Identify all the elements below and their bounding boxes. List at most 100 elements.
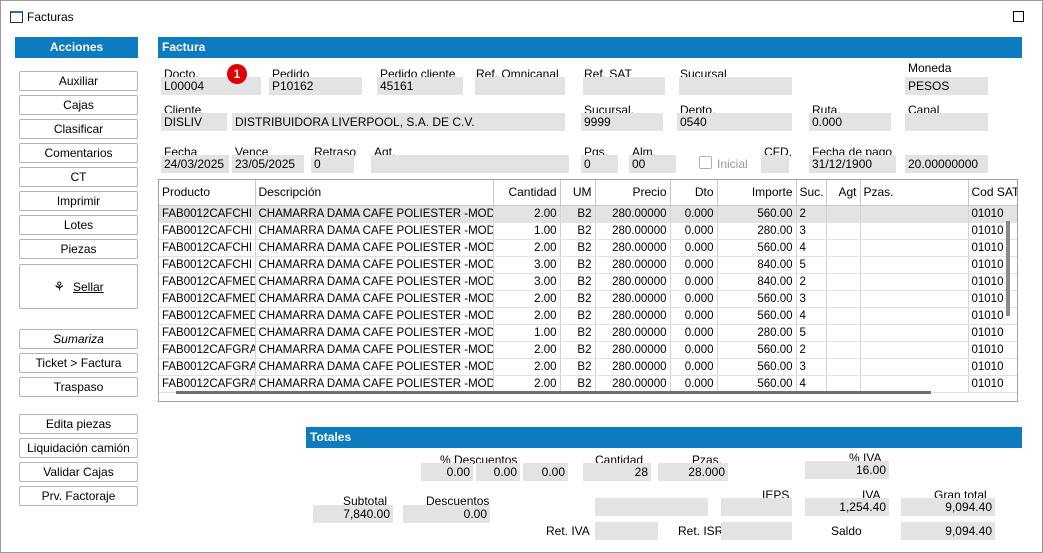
table-row[interactable]: FAB0012CAFMED CHAMARRA DAMA CAFE POLIESTE… [159, 324, 1017, 342]
cell-precio[interactable]: 280.00000 [595, 358, 671, 376]
cell-cod-sat[interactable]: 01010 [968, 273, 1017, 291]
cell-precio[interactable]: 280.00000 [595, 307, 671, 325]
docto-field[interactable]: L00004 [161, 77, 261, 95]
ret-iva-field[interactable] [595, 522, 658, 540]
descuento-3-field[interactable]: 0.00 [523, 463, 568, 481]
cell-agt[interactable] [826, 341, 861, 359]
liquidacion-camion-button[interactable]: Liquidación camión [19, 438, 138, 458]
cell-descripcion[interactable]: CHAMARRA DAMA CAFE POLIESTER -MOD [255, 273, 494, 291]
cell-suc[interactable]: 2 [796, 205, 827, 223]
column-header-producto[interactable]: Producto [159, 180, 256, 206]
cell-descripcion[interactable]: CHAMARRA DAMA CAFE POLIESTER -MOD [255, 341, 494, 359]
cell-dto[interactable]: 0.000 [670, 205, 718, 223]
cell-importe[interactable]: 280.00 [717, 222, 797, 240]
cell-importe[interactable]: 560.00 [717, 239, 797, 257]
ref-sat-field[interactable] [583, 77, 665, 95]
cell-producto[interactable]: FAB0012CAFMED [159, 324, 256, 342]
cell-agt[interactable] [826, 290, 861, 308]
cell-producto[interactable]: FAB0012CAFMED [159, 307, 256, 325]
cell-importe[interactable]: 560.00 [717, 205, 797, 223]
alm-field[interactable]: 00 [629, 155, 676, 173]
maximize-button[interactable] [1013, 11, 1024, 22]
cell-dto[interactable]: 0.000 [670, 324, 718, 342]
cell-um[interactable]: B2 [560, 239, 596, 257]
piezas-button[interactable]: Piezas [19, 239, 138, 259]
iva-field[interactable]: 1,254.40 [805, 498, 889, 516]
ieps-field[interactable] [721, 498, 792, 516]
cell-cantidad[interactable]: 3.00 [493, 273, 561, 291]
cell-producto[interactable]: FAB0012CAFCHI [159, 239, 256, 257]
cell-producto[interactable]: FAB0012CAFCHI [159, 256, 256, 274]
cell-descripcion[interactable]: CHAMARRA DAMA CAFE POLIESTER -MOD [255, 307, 494, 325]
table-row[interactable]: FAB0012CAFGRA CHAMARRA DAMA CAFE POLIESTE… [159, 375, 1017, 393]
saldo-field[interactable]: 9,094.40 [901, 522, 995, 540]
cell-producto[interactable]: FAB0012CAFMED [159, 273, 256, 291]
ruta-field[interactable]: 0.000 [809, 113, 891, 131]
cell-precio[interactable]: 280.00000 [595, 324, 671, 342]
descuento-2-field[interactable]: 0.00 [476, 463, 520, 481]
cell-cantidad[interactable]: 1.00 [493, 222, 561, 240]
cell-dto[interactable]: 0.000 [670, 273, 718, 291]
cell-um[interactable]: B2 [560, 358, 596, 376]
cell-pzas[interactable] [860, 375, 969, 393]
cell-importe[interactable]: 560.00 [717, 290, 797, 308]
subtotal-field[interactable]: 7,840.00 [313, 505, 393, 523]
traspaso-button[interactable]: Traspaso [19, 377, 138, 397]
cell-cantidad[interactable]: 2.00 [493, 375, 561, 393]
column-header-descripcion[interactable]: Descripción [255, 180, 494, 206]
cell-descripcion[interactable]: CHAMARRA DAMA CAFE POLIESTER -MOD [255, 358, 494, 376]
fecha-pago-field[interactable]: 31/12/1900 [809, 155, 896, 173]
cell-um[interactable]: B2 [560, 273, 596, 291]
column-header-cantidad[interactable]: Cantidad [493, 180, 561, 206]
cell-dto[interactable]: 0.000 [670, 307, 718, 325]
lotes-button[interactable]: Lotes [19, 215, 138, 235]
vence-field[interactable]: 23/05/2025 [232, 155, 304, 173]
cell-producto[interactable]: FAB0012CAFMED [159, 290, 256, 308]
cell-descripcion[interactable]: CHAMARRA DAMA CAFE POLIESTER -MOD [255, 239, 494, 257]
sumariza-button[interactable]: Sumariza [19, 329, 138, 349]
cell-cantidad[interactable]: 2.00 [493, 358, 561, 376]
cell-agt[interactable] [826, 358, 861, 376]
cell-importe[interactable]: 280.00 [717, 324, 797, 342]
cell-importe[interactable]: 560.00 [717, 375, 797, 393]
comentarios-button[interactable]: Comentarios [19, 143, 138, 163]
cell-agt[interactable] [826, 222, 861, 240]
cell-cantidad[interactable]: 2.00 [493, 290, 561, 308]
blank-total-field[interactable] [595, 498, 708, 516]
cliente-code-field[interactable]: DISLIV [161, 113, 227, 131]
cell-importe[interactable]: 560.00 [717, 341, 797, 359]
cell-importe[interactable]: 560.00 [717, 307, 797, 325]
column-header-precio[interactable]: Precio [595, 180, 671, 206]
cfd-field[interactable] [761, 155, 789, 173]
gran-total-field[interactable]: 9,094.40 [901, 498, 995, 516]
ref-omnicanal-field[interactable] [475, 77, 565, 95]
items-grid[interactable]: Producto Descripción Cantidad UM Precio Dto Im… [158, 179, 1018, 402]
table-row[interactable]: FAB0012CAFGRA CHAMARRA DAMA CAFE POLIESTE… [159, 358, 1017, 376]
cell-pzas[interactable] [860, 290, 969, 308]
grid-horizontal-scrollbar[interactable] [176, 391, 931, 394]
cell-cantidad[interactable]: 2.00 [493, 239, 561, 257]
pzas-field[interactable]: 28.000 [658, 463, 728, 481]
cell-suc[interactable]: 3 [796, 290, 827, 308]
cell-cod-sat[interactable]: 01010 [968, 358, 1017, 376]
sucursal-field[interactable] [679, 77, 792, 95]
cell-um[interactable]: B2 [560, 290, 596, 308]
cell-cod-sat[interactable]: 01010 [968, 256, 1017, 274]
cell-importe[interactable]: 840.00 [717, 256, 797, 274]
cell-descripcion[interactable]: CHAMARRA DAMA CAFE POLIESTER -MOD [255, 205, 494, 223]
cell-suc[interactable]: 5 [796, 256, 827, 274]
cell-dto[interactable]: 0.000 [670, 375, 718, 393]
clasificar-button[interactable]: Clasificar [19, 119, 138, 139]
cell-cantidad[interactable]: 3.00 [493, 256, 561, 274]
cantidad-field[interactable]: 28 [583, 463, 651, 481]
cell-cod-sat[interactable]: 01010 [968, 222, 1017, 240]
cell-cod-sat[interactable]: 01010 [968, 239, 1017, 257]
grid-vertical-scrollbar[interactable] [1006, 221, 1010, 316]
cell-agt[interactable] [826, 256, 861, 274]
cell-descripcion[interactable]: CHAMARRA DAMA CAFE POLIESTER -MOD [255, 256, 494, 274]
table-row[interactable]: FAB0012CAFGRA CHAMARRA DAMA CAFE POLIESTE… [159, 341, 1017, 359]
cell-cantidad[interactable]: 2.00 [493, 341, 561, 359]
cell-precio[interactable]: 280.00000 [595, 256, 671, 274]
cell-descripcion[interactable]: CHAMARRA DAMA CAFE POLIESTER -MOD [255, 222, 494, 240]
cell-pzas[interactable] [860, 205, 969, 223]
